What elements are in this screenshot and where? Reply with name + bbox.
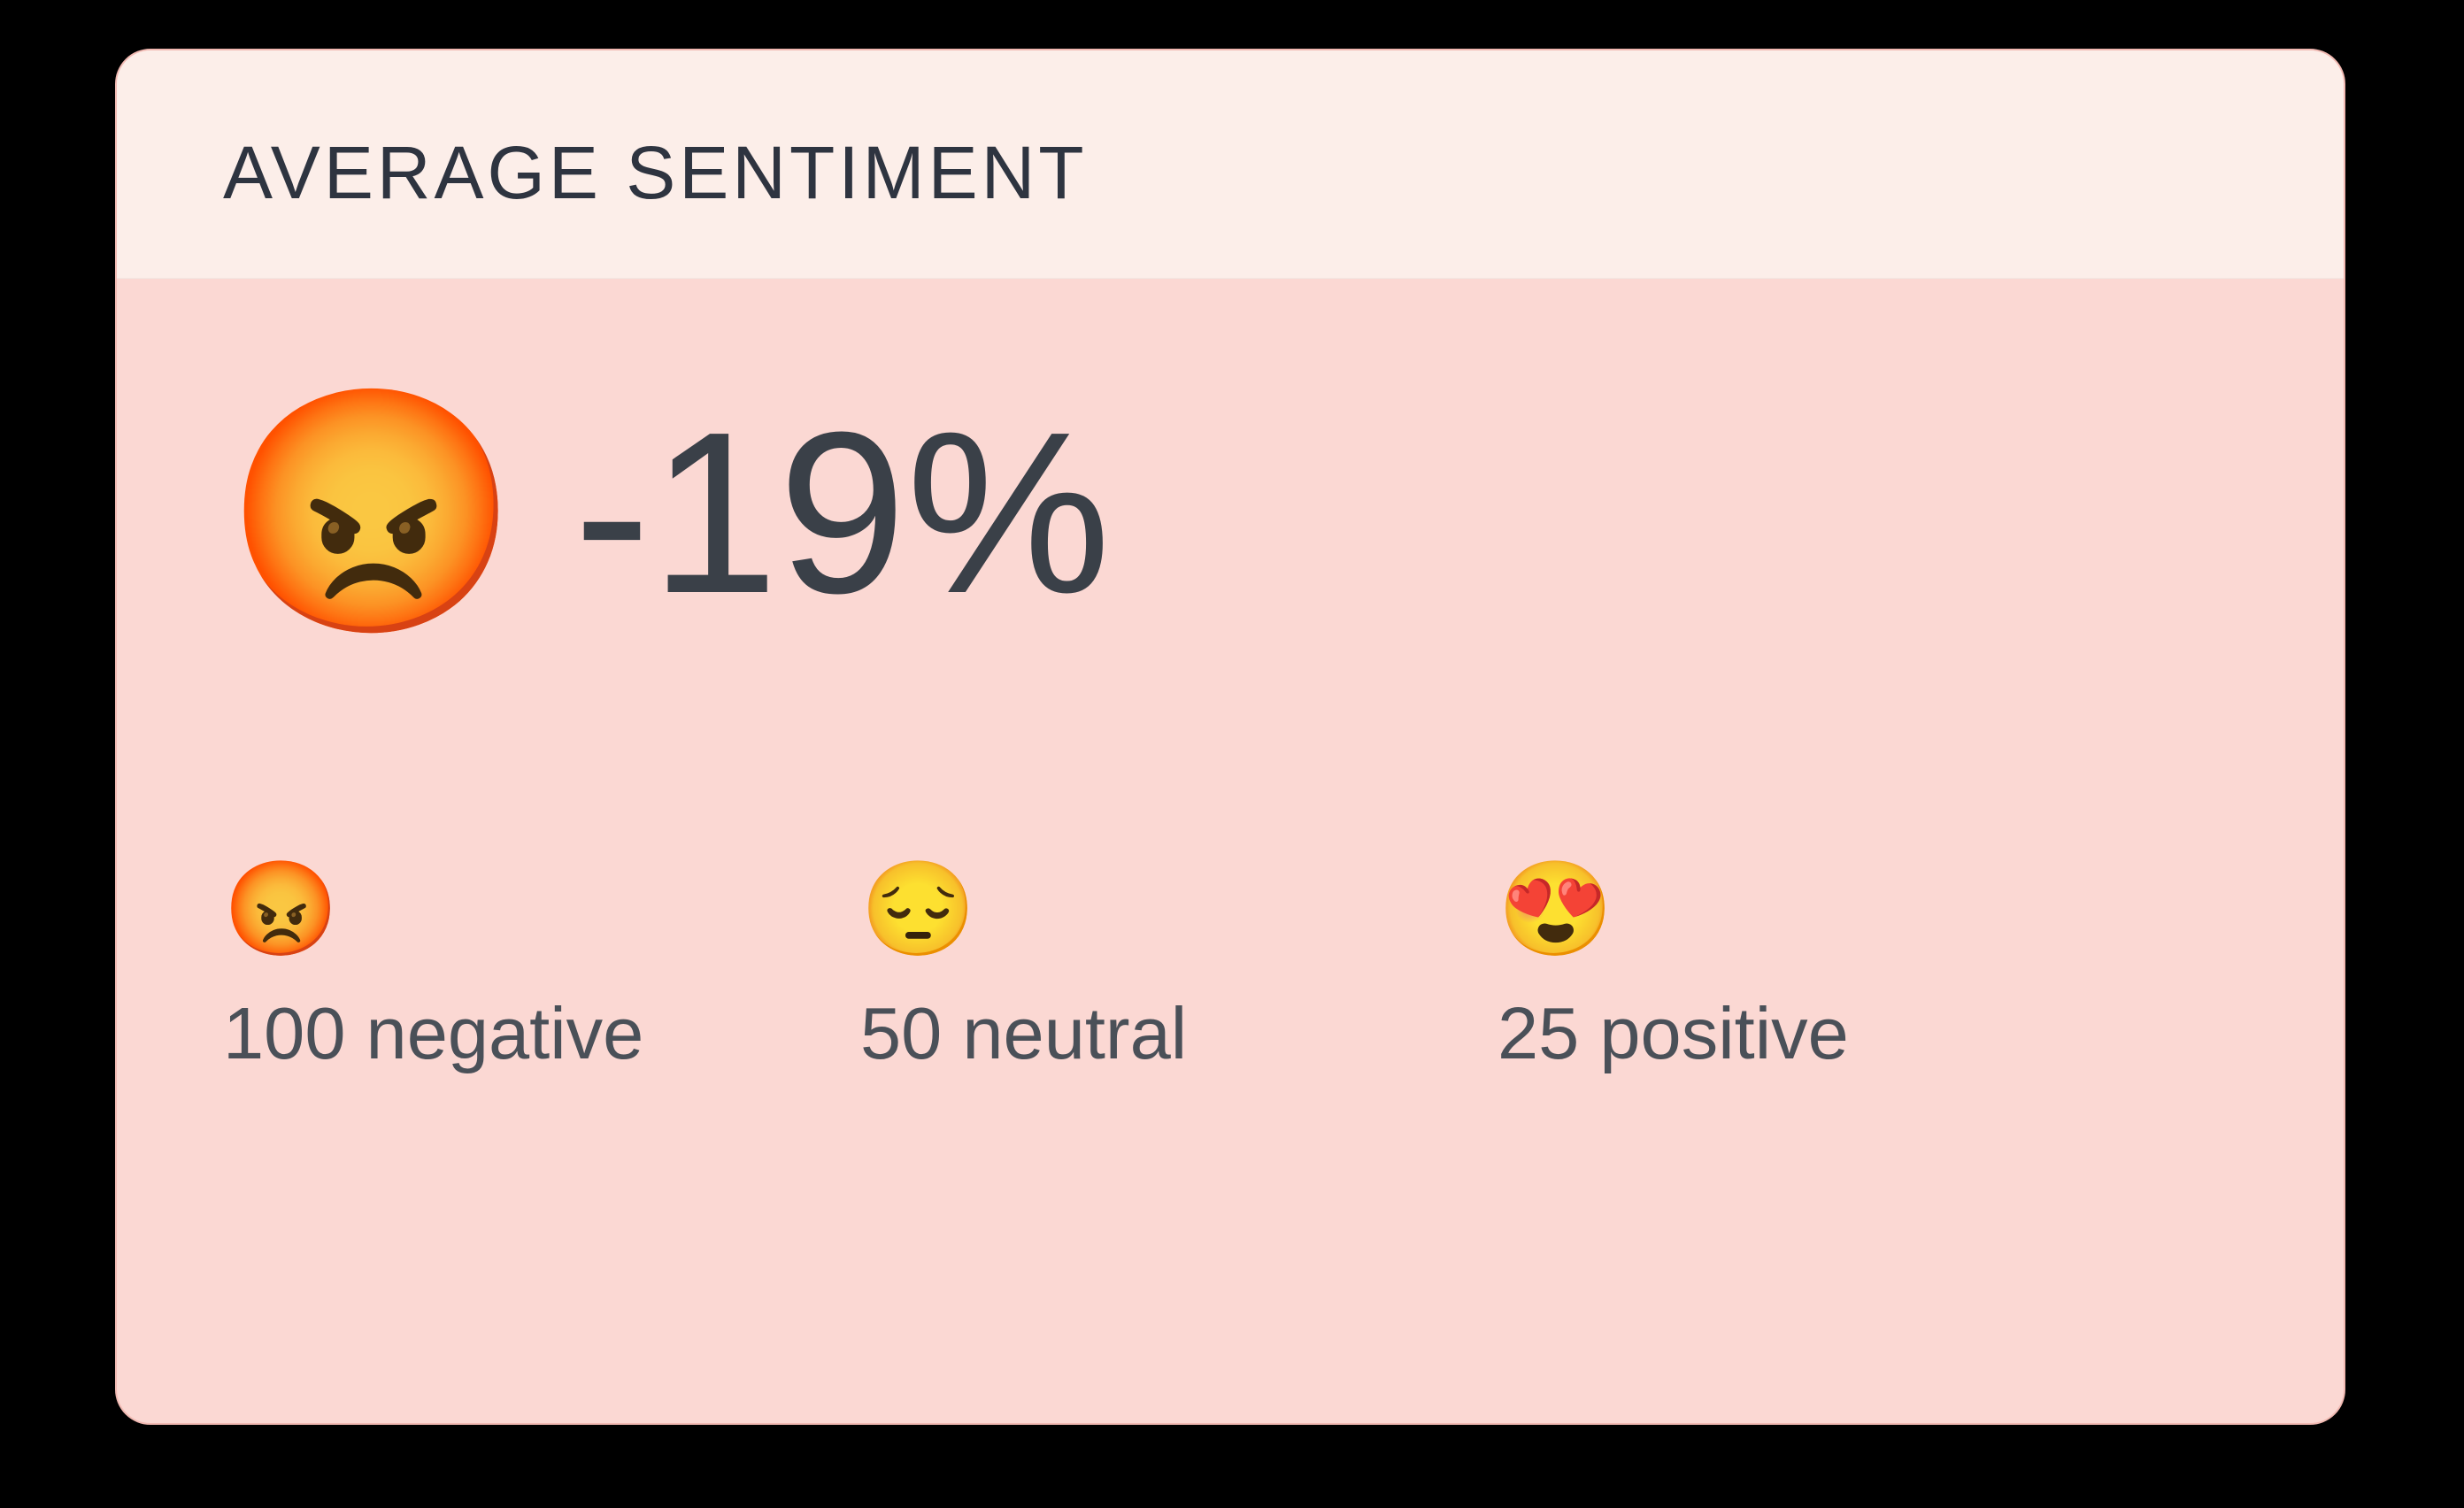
hero-row: 😡 -19% xyxy=(223,394,2237,633)
card-header: AVERAGE SENTIMENT xyxy=(117,50,2344,279)
breakdown-positive: 😍 25 positive xyxy=(1498,863,2135,1076)
breakdown-neutral-label: 50 neutral xyxy=(860,991,1498,1076)
breakdown-negative: 😡 100 negative xyxy=(223,863,860,1076)
sentiment-card: AVERAGE SENTIMENT 😡 -19% 😡 100 negative … xyxy=(115,49,2345,1425)
card-title: AVERAGE SENTIMENT xyxy=(223,130,2237,216)
pensive-face-icon: 😔 xyxy=(860,863,1498,956)
stage: AVERAGE SENTIMENT 😡 -19% 😡 100 negative … xyxy=(0,0,2464,1508)
breakdown-positive-label: 25 positive xyxy=(1498,991,2135,1076)
angry-face-icon: 😡 xyxy=(223,394,520,633)
card-body: 😡 -19% 😡 100 negative 😔 50 neutral 😍 25 … xyxy=(117,279,2344,1076)
breakdown-negative-label: 100 negative xyxy=(223,991,860,1076)
heart-eyes-icon: 😍 xyxy=(1498,863,2135,956)
breakdown-neutral: 😔 50 neutral xyxy=(860,863,1498,1076)
breakdown-row: 😡 100 negative 😔 50 neutral 😍 25 positiv… xyxy=(223,863,2237,1076)
sentiment-value: -19% xyxy=(574,398,1111,628)
angry-face-icon: 😡 xyxy=(223,863,860,956)
